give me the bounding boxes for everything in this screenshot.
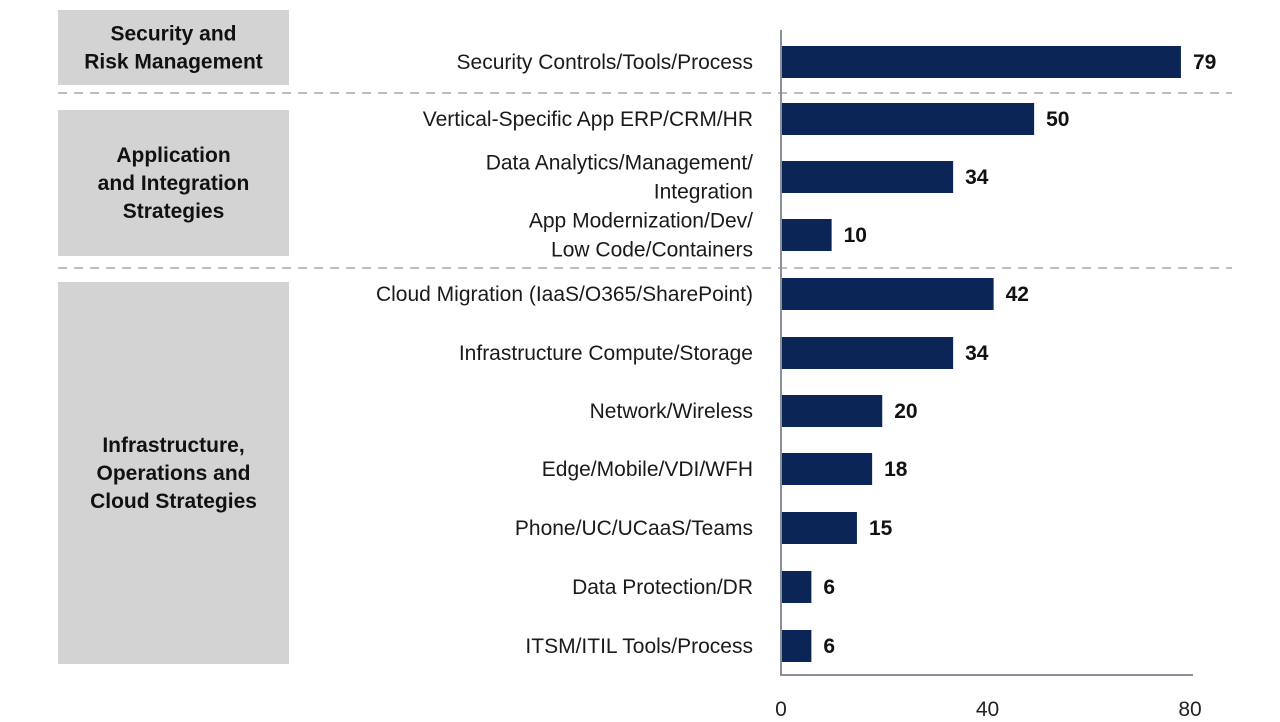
bar	[781, 395, 883, 427]
value-label: 6	[823, 576, 835, 599]
group-label-infrastructure-operations-and-cloud-strategies: Infrastructure, Operations and Cloud Strat…	[90, 434, 257, 513]
grouped-horizontal-bar-chart: Security and Risk Management Application an…	[58, 10, 1232, 721]
value-label: 79	[1193, 51, 1216, 74]
value-label: 34	[965, 166, 989, 189]
category-label: Security Controls/Tools/Process	[457, 51, 753, 74]
category-label-line: Phone/UC/UCaaS/Teams	[515, 517, 753, 540]
group-label-line: Infrastructure,	[102, 434, 244, 457]
category-label-line: ITSM/ITIL Tools/Process	[525, 635, 753, 658]
group-label-line: Cloud Strategies	[90, 490, 257, 513]
category-label-line: Edge/Mobile/VDI/WFH	[542, 458, 753, 481]
category-label: Phone/UC/UCaaS/Teams	[515, 517, 753, 540]
category-label: Cloud Migration (IaaS/O365/SharePoint)	[376, 283, 753, 306]
group-label-line: Operations and	[96, 462, 250, 485]
category-label-line: Low Code/Containers	[551, 239, 753, 262]
category-label-line: Security Controls/Tools/Process	[457, 51, 753, 74]
bar	[781, 278, 994, 310]
value-label: 10	[844, 224, 867, 247]
bar	[781, 161, 954, 193]
value-label: 6	[823, 635, 835, 658]
bar	[781, 453, 873, 485]
value-label: 42	[1006, 283, 1029, 306]
value-label: 50	[1046, 108, 1069, 131]
category-label: Edge/Mobile/VDI/WFH	[542, 458, 753, 481]
bar	[781, 46, 1181, 78]
x-tick-labels: 0 40 80	[775, 698, 1202, 721]
category-label: Infrastructure Compute/Storage	[459, 342, 753, 365]
x-tick-label: 80	[1178, 698, 1201, 721]
value-label: 34	[965, 342, 989, 365]
value-label: 15	[869, 517, 893, 540]
value-label: 18	[884, 458, 908, 481]
category-label: Data Protection/DR	[572, 576, 753, 599]
group-box-security-and-risk-management	[58, 10, 289, 85]
group-boxes: Security and Risk Management Application an…	[58, 10, 289, 664]
category-label-line: Vertical-Specific App ERP/CRM/HR	[423, 108, 753, 131]
bar	[781, 512, 857, 544]
category-label: ITSM/ITIL Tools/Process	[525, 635, 753, 658]
x-tick-label: 40	[976, 698, 999, 721]
category-label: Network/Wireless	[590, 400, 753, 423]
value-label: 20	[894, 400, 917, 423]
group-label-line: Application	[116, 144, 230, 167]
group-label-line: Strategies	[123, 200, 225, 223]
category-label-line: Cloud Migration (IaaS/O365/SharePoint)	[376, 283, 753, 306]
bar	[781, 103, 1035, 135]
bar	[781, 571, 812, 603]
group-label-line: Risk Management	[84, 51, 263, 74]
category-label-line: Infrastructure Compute/Storage	[459, 342, 753, 365]
category-label: App Modernization/Dev/Low Code/Container…	[529, 210, 753, 262]
category-label-line: Network/Wireless	[590, 400, 753, 423]
category-labels: Security Controls/Tools/Process Vertical-…	[376, 51, 753, 658]
bar	[781, 337, 954, 369]
category-label: Data Analytics/Management/Integration	[486, 152, 753, 204]
category-label: Vertical-Specific App ERP/CRM/HR	[423, 108, 753, 131]
bar	[781, 630, 812, 662]
bar	[781, 219, 832, 251]
group-label-line: and Integration	[98, 172, 250, 195]
category-label-line: Data Analytics/Management/	[486, 152, 753, 175]
category-label-line: Integration	[654, 181, 753, 204]
group-label-line: Security and	[110, 23, 236, 46]
x-tick-label: 0	[775, 698, 787, 721]
category-label-line: App Modernization/Dev/	[529, 210, 753, 233]
category-label-line: Data Protection/DR	[572, 576, 753, 599]
